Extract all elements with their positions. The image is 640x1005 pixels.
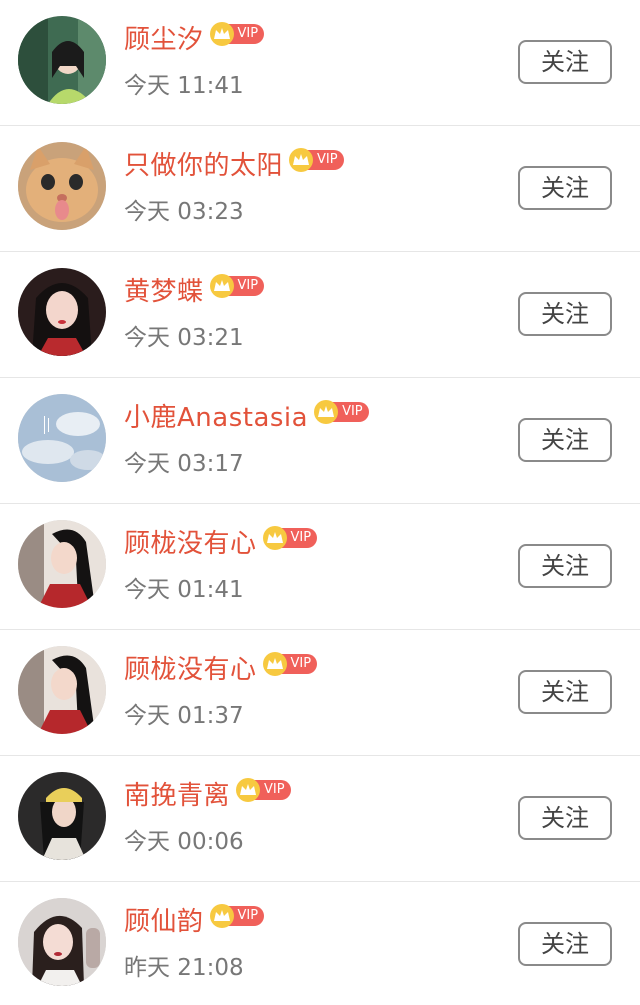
avatar[interactable] xyxy=(18,16,106,104)
user-name[interactable]: 顾仙韵 xyxy=(124,902,204,942)
visit-time: 今天 11:41 xyxy=(124,73,244,99)
avatar-cat-photo-icon xyxy=(18,142,106,230)
avatar[interactable] xyxy=(18,520,106,608)
visit-time: 今天 03:23 xyxy=(124,199,244,225)
user-name[interactable]: 顾栊没有心 xyxy=(124,524,257,564)
visit-time: 今天 03:17 xyxy=(124,451,244,477)
vip-badge: VIP xyxy=(314,400,369,424)
vip-badge: VIP xyxy=(289,148,344,172)
list-item[interactable]: 黄梦蝶 VIP 今天 03:21 关注 xyxy=(0,252,640,378)
avatar-girl-photo-icon xyxy=(18,772,106,860)
avatar-girl-photo-icon xyxy=(18,16,106,104)
name-line: 顾尘汐 VIP xyxy=(124,20,265,60)
avatar[interactable] xyxy=(18,142,106,230)
name-line: 南挽青离 VIP xyxy=(124,776,291,816)
follow-button[interactable]: 关注 xyxy=(518,292,612,336)
list-item[interactable]: 顾栊没有心 VIP 今天 01:37 关注 xyxy=(0,630,640,756)
user-name[interactable]: 黄梦蝶 xyxy=(124,272,204,312)
crown-icon xyxy=(209,904,234,928)
avatar[interactable] xyxy=(18,646,106,734)
vip-badge: VIP xyxy=(209,904,265,928)
crown-icon xyxy=(262,652,287,676)
list-item[interactable]: 只做你的太阳 VIP 今天 03:23 关注 xyxy=(0,126,640,252)
name-line: 小鹿Anastasia VIP xyxy=(124,398,369,438)
name-line: 顾栊没有心 VIP xyxy=(124,650,318,690)
follow-button[interactable]: 关注 xyxy=(518,922,612,966)
user-name[interactable]: 只做你的太阳 xyxy=(124,146,283,186)
list-item[interactable]: 小鹿Anastasia VIP 今天 03:17 关注 xyxy=(0,378,640,504)
user-name[interactable]: 顾栊没有心 xyxy=(124,650,257,690)
avatar-sky-photo-icon xyxy=(18,394,106,482)
name-line: 只做你的太阳 VIP xyxy=(124,146,344,186)
crown-icon xyxy=(314,400,339,424)
user-name[interactable]: 南挽青离 xyxy=(124,776,230,816)
avatar-girl-photo-icon xyxy=(18,520,106,608)
crown-icon xyxy=(262,526,287,550)
follow-button[interactable]: 关注 xyxy=(518,418,612,462)
name-line: 黄梦蝶 VIP xyxy=(124,272,265,312)
user-name[interactable]: 顾尘汐 xyxy=(124,20,204,60)
crown-icon xyxy=(209,274,234,298)
follow-button[interactable]: 关注 xyxy=(518,166,612,210)
follow-button[interactable]: 关注 xyxy=(518,670,612,714)
avatar[interactable] xyxy=(18,898,106,986)
visit-time: 今天 03:21 xyxy=(124,325,244,351)
visit-time: 今天 00:06 xyxy=(124,829,244,855)
avatar-girl-photo-icon xyxy=(18,898,106,986)
visit-time: 今天 01:37 xyxy=(124,703,244,729)
list-item[interactable]: 顾仙韵 VIP 昨天 21:08 关注 xyxy=(0,882,640,1005)
avatar[interactable] xyxy=(18,394,106,482)
list-item[interactable]: 顾栊没有心 VIP 今天 01:41 关注 xyxy=(0,504,640,630)
user-name[interactable]: 小鹿Anastasia xyxy=(124,398,308,438)
follow-button[interactable]: 关注 xyxy=(518,40,612,84)
crown-icon xyxy=(289,148,314,172)
name-line: 顾仙韵 VIP xyxy=(124,902,265,942)
vip-badge: VIP xyxy=(209,22,265,46)
visit-time: 昨天 21:08 xyxy=(124,955,244,981)
follow-button[interactable]: 关注 xyxy=(518,796,612,840)
crown-icon xyxy=(209,22,234,46)
followers-list: 顾尘汐 VIP 今天 11:41 关注 只做你的太阳 VIP 今天 03:23 … xyxy=(0,0,640,1005)
name-line: 顾栊没有心 VIP xyxy=(124,524,318,564)
avatar-girl-photo-icon xyxy=(18,268,106,356)
avatar-girl-photo-icon xyxy=(18,646,106,734)
avatar[interactable] xyxy=(18,268,106,356)
vip-badge: VIP xyxy=(262,526,318,550)
visit-time: 今天 01:41 xyxy=(124,577,244,603)
list-item[interactable]: 南挽青离 VIP 今天 00:06 关注 xyxy=(0,756,640,882)
crown-icon xyxy=(236,778,261,802)
vip-badge: VIP xyxy=(262,652,318,676)
avatar[interactable] xyxy=(18,772,106,860)
vip-badge: VIP xyxy=(236,778,291,802)
list-item[interactable]: 顾尘汐 VIP 今天 11:41 关注 xyxy=(0,0,640,126)
follow-button[interactable]: 关注 xyxy=(518,544,612,588)
vip-badge: VIP xyxy=(209,274,265,298)
